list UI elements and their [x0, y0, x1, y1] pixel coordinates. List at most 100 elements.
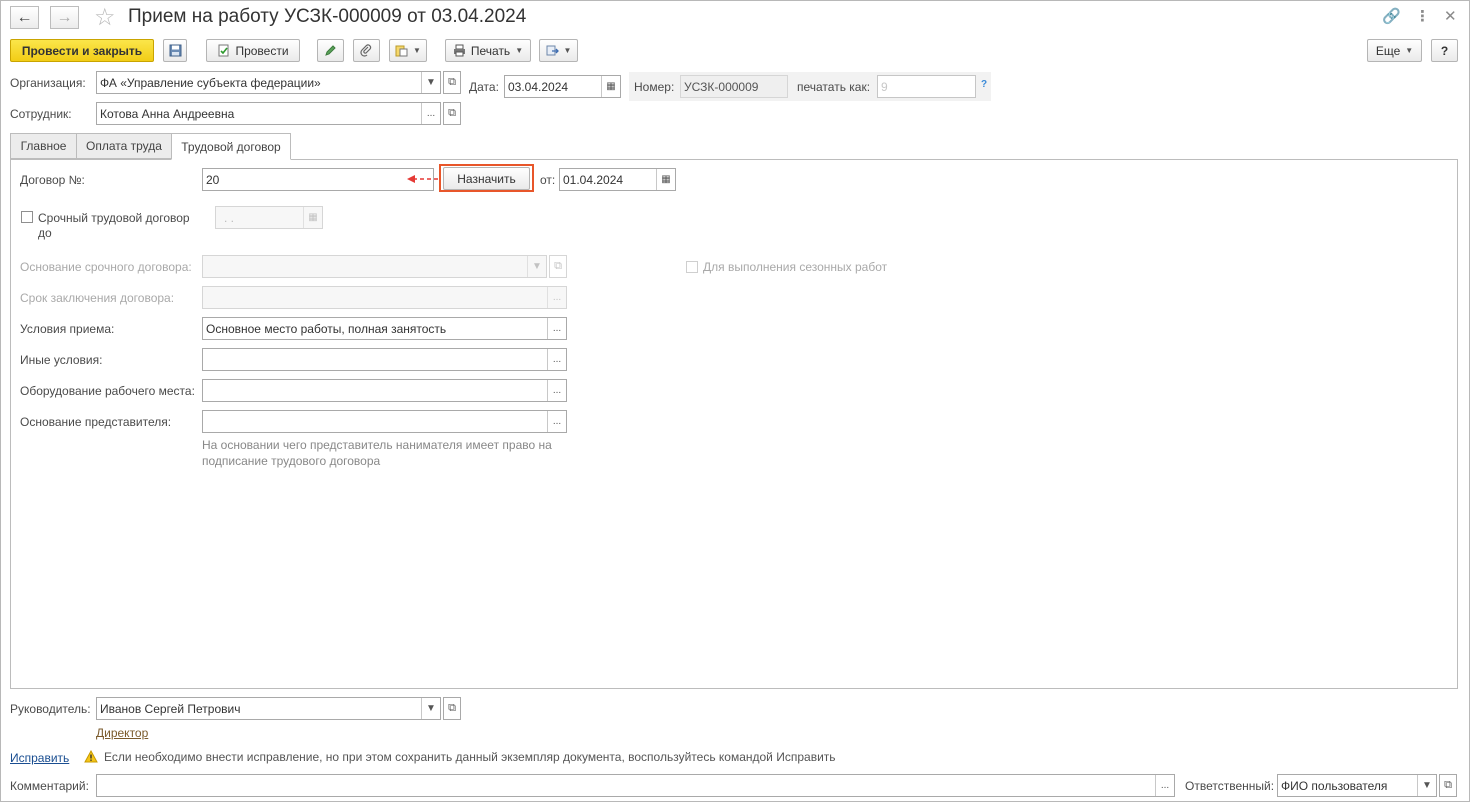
fix-link[interactable]: Исправить — [10, 751, 69, 765]
print-button-label: Печать — [470, 43, 511, 58]
employee-label: Сотрудник: — [10, 107, 72, 121]
favorite-star-icon[interactable]: ☆ — [94, 3, 116, 32]
post-and-close-button[interactable]: Провести и закрыть — [10, 39, 154, 62]
link-icon[interactable]: 🔗 — [1382, 7, 1401, 25]
help-button[interactable]: ? — [1431, 39, 1458, 62]
rep-basis-field[interactable]: ... — [202, 410, 567, 433]
basis-label: Основание срочного договора: — [20, 260, 192, 274]
open-basis-button: ⧉ — [549, 255, 567, 278]
number-value: УСЗК-000009 — [684, 79, 759, 94]
close-icon[interactable]: ✕ — [1444, 7, 1457, 25]
warning-icon — [84, 750, 98, 763]
equipment-field[interactable]: ... — [202, 379, 567, 402]
tab-payment[interactable]: Оплата труда — [76, 133, 172, 159]
manager-position-link[interactable]: Директор — [96, 726, 148, 740]
select-ellipsis-button[interactable]: ... — [547, 349, 566, 370]
print-as-label: печатать как: — [797, 80, 871, 94]
rep-basis-hint: На основании чего представитель нанимате… — [202, 438, 552, 468]
print-as-field[interactable]: 9 — [877, 75, 976, 98]
open-window-icon: ⧉ — [1444, 779, 1452, 791]
back-button[interactable]: ← — [10, 6, 39, 29]
select-ellipsis-button[interactable]: ... — [421, 103, 440, 124]
conditions-label: Условия приема: — [20, 322, 115, 336]
print-as-help-icon[interactable]: ? — [981, 79, 987, 90]
dropdown-arrow-icon[interactable]: ▼ — [1417, 775, 1436, 796]
exchange-button[interactable]: ▼ — [539, 39, 578, 62]
manager-value: Иванов Сергей Петрович — [100, 701, 241, 716]
save-button[interactable] — [163, 39, 187, 62]
date-label: Дата: — [469, 80, 499, 94]
fixed-term-checkbox[interactable] — [21, 211, 33, 223]
print-button[interactable]: Печать ▼ — [445, 39, 531, 62]
other-conditions-label: Иные условия: — [20, 353, 103, 367]
organization-field[interactable]: ФА «Управление субъекта федерации» ▼ — [96, 71, 441, 94]
term-field: ... — [202, 286, 567, 309]
conditions-field[interactable]: Основное место работы, полная занятость … — [202, 317, 567, 340]
tab-employment-contract[interactable]: Трудовой договор — [171, 133, 291, 160]
other-conditions-field[interactable]: ... — [202, 348, 567, 371]
chevron-down-icon: ▼ — [1405, 46, 1414, 55]
manager-field[interactable]: Иванов Сергей Петрович ▼ — [96, 697, 441, 720]
chevron-down-icon: ▼ — [515, 46, 524, 55]
contract-number-label: Договор №: — [20, 173, 85, 187]
exchange-icon — [546, 45, 559, 56]
open-window-icon: ⧉ — [448, 702, 456, 714]
window-title: Прием на работу УСЗК-000009 от 03.04.202… — [128, 6, 527, 27]
chevron-down-icon: ▼ — [413, 46, 421, 55]
contract-date-value: 01.04.2024 — [563, 172, 624, 187]
seasonal-label: Для выполнения сезонных работ — [703, 260, 888, 274]
comment-field[interactable]: ... — [96, 774, 1175, 797]
fixed-term-label: Срочный трудовой договор — [38, 211, 190, 225]
seasonal-checkbox — [686, 261, 698, 273]
calendar-icon[interactable]: ▦ — [601, 76, 620, 97]
date-field[interactable]: 03.04.2024 ▦ — [504, 75, 621, 98]
open-employee-button[interactable]: ⧉ — [443, 102, 461, 125]
organization-value: ФА «Управление субъекта федерации» — [100, 75, 321, 90]
rep-basis-label: Основание представителя: — [20, 415, 172, 429]
comment-label: Комментарий: — [10, 779, 89, 793]
contract-number-value: 20 — [206, 172, 220, 187]
dropdown-arrow-icon: ▼ — [527, 256, 546, 277]
create-based-on-button[interactable]: ▼ — [389, 39, 427, 62]
fixed-term-date-value: . . — [224, 210, 235, 225]
open-organization-button[interactable]: ⧉ — [443, 71, 461, 94]
contract-number-field[interactable]: 20 — [202, 168, 434, 191]
date-value: 03.04.2024 — [508, 79, 569, 94]
responsible-field[interactable]: ФИО пользователя ▼ — [1277, 774, 1437, 797]
responsible-label: Ответственный: — [1185, 779, 1275, 793]
post-button[interactable]: Провести — [206, 39, 300, 62]
pencil-icon — [325, 45, 336, 56]
open-manager-button[interactable]: ⧉ — [443, 697, 461, 720]
open-window-icon: ⧉ — [448, 76, 456, 88]
assign-button[interactable]: Назначить — [443, 167, 530, 190]
calendar-icon[interactable]: ▦ — [656, 169, 675, 190]
more-button[interactable]: Еще ▼ — [1367, 39, 1422, 62]
employee-value: Котова Анна Андреевна — [100, 106, 235, 121]
select-ellipsis-button[interactable]: ... — [1155, 775, 1174, 796]
select-ellipsis-button[interactable]: ... — [547, 411, 566, 432]
number-field: УСЗК-000009 — [680, 75, 788, 98]
contract-date-field[interactable]: 01.04.2024 ▦ — [559, 168, 676, 191]
dropdown-arrow-icon[interactable]: ▼ — [421, 698, 440, 719]
paperclip-icon — [360, 44, 372, 57]
more-button-label: Еще — [1375, 43, 1401, 58]
select-ellipsis-button[interactable]: ... — [547, 380, 566, 401]
number-label: Номер: — [634, 80, 675, 94]
edit-button[interactable] — [317, 39, 344, 62]
forward-button[interactable]: → — [50, 6, 79, 29]
dropdown-arrow-icon[interactable]: ▼ — [421, 72, 440, 93]
chevron-down-icon: ▼ — [563, 46, 572, 55]
arrow-pointer-icon — [407, 175, 441, 183]
more-vertical-icon[interactable]: ⋮ — [1415, 7, 1430, 25]
basis-field: ▼ — [202, 255, 547, 278]
employee-field[interactable]: Котова Анна Андреевна ... — [96, 102, 441, 125]
open-responsible-button[interactable]: ⧉ — [1439, 774, 1457, 797]
organization-label: Организация: — [10, 76, 86, 90]
print-as-placeholder: 9 — [881, 79, 888, 94]
attach-button[interactable] — [353, 39, 380, 62]
equipment-label: Оборудование рабочего места: — [20, 384, 195, 398]
tab-main[interactable]: Главное — [10, 133, 77, 159]
document-create-icon — [395, 45, 408, 57]
responsible-value: ФИО пользователя — [1281, 778, 1388, 793]
select-ellipsis-button[interactable]: ... — [547, 318, 566, 339]
